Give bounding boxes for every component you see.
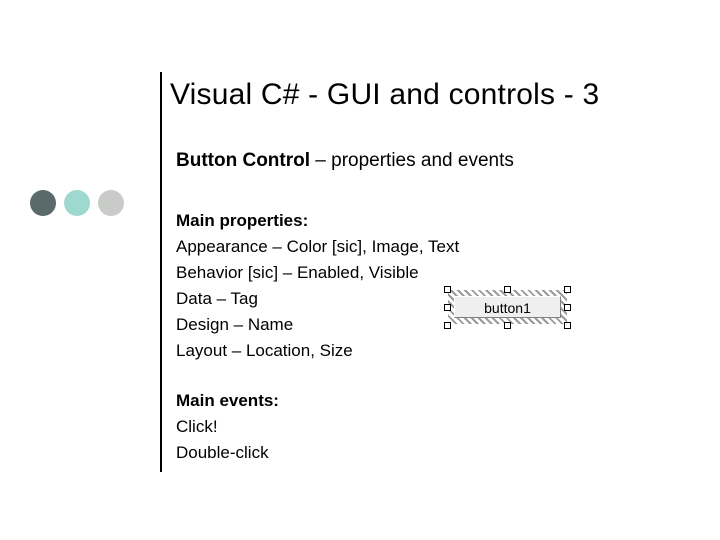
resize-handle-top-left[interactable] bbox=[444, 286, 451, 293]
properties-line: Layout – Location, Size bbox=[176, 338, 459, 364]
subtitle-rest: – properties and events bbox=[310, 150, 514, 171]
resize-handle-bottom-mid[interactable] bbox=[504, 322, 511, 329]
events-line: Click! bbox=[176, 414, 279, 440]
properties-line: Design – Name bbox=[176, 312, 459, 338]
bullet-icon bbox=[98, 190, 124, 216]
slide-title: Visual C# - GUI and controls - 3 bbox=[170, 78, 599, 112]
resize-handle-bottom-left[interactable] bbox=[444, 322, 451, 329]
resize-handle-mid-right[interactable] bbox=[564, 304, 571, 311]
events-header: Main events: bbox=[176, 388, 279, 414]
bullet-icon bbox=[30, 190, 56, 216]
bullet-icon bbox=[64, 190, 90, 216]
events-block: Main events: Click! Double-click bbox=[176, 388, 279, 466]
decor-bullets bbox=[30, 190, 124, 216]
resize-handle-mid-left[interactable] bbox=[444, 304, 451, 311]
properties-line: Data – Tag bbox=[176, 286, 459, 312]
button1[interactable]: button1 bbox=[454, 296, 561, 318]
slide-subtitle: Button Control – properties and events bbox=[176, 150, 514, 172]
properties-header: Main properties: bbox=[176, 208, 459, 234]
resize-handle-top-mid[interactable] bbox=[504, 286, 511, 293]
resize-handle-bottom-right[interactable] bbox=[564, 322, 571, 329]
properties-block: Main properties: Appearance – Color [sic… bbox=[176, 208, 459, 364]
events-line: Double-click bbox=[176, 440, 279, 466]
resize-handle-top-right[interactable] bbox=[564, 286, 571, 293]
slide: Visual C# - GUI and controls - 3 Button … bbox=[0, 0, 720, 540]
properties-line: Appearance – Color [sic], Image, Text bbox=[176, 234, 459, 260]
button-designer-widget[interactable]: button1 bbox=[440, 280, 575, 334]
subtitle-bold: Button Control bbox=[176, 150, 310, 171]
vertical-rule bbox=[160, 72, 162, 472]
properties-line: Behavior [sic] – Enabled, Visible bbox=[176, 260, 459, 286]
